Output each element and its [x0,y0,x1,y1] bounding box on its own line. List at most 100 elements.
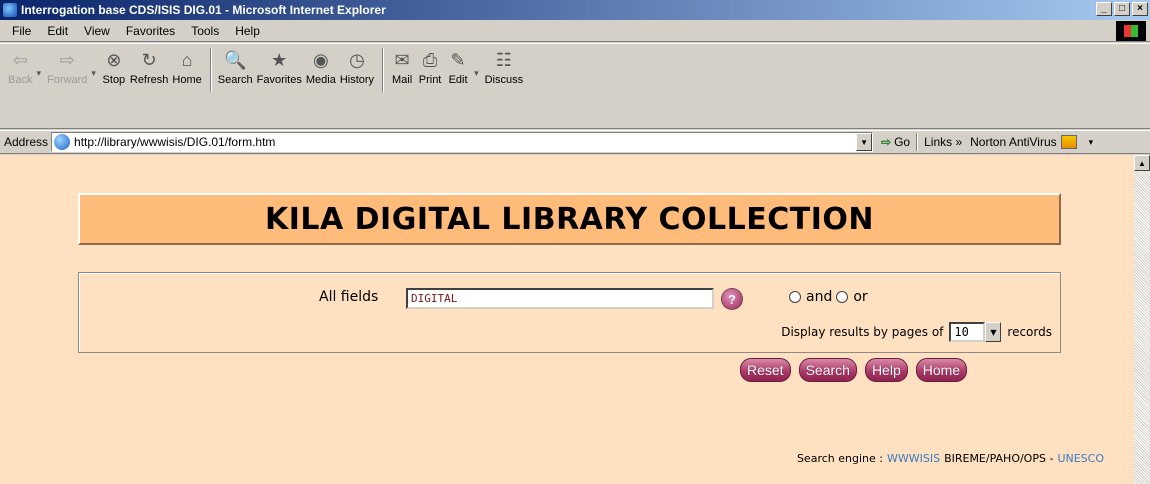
media-icon: ◉ [312,49,329,70]
reset-button[interactable]: Reset [740,358,791,382]
address-separator [916,133,919,151]
edit-label: Edit [448,74,468,86]
discuss-button[interactable]: ☷ Discuss [485,44,524,128]
menu-view[interactable]: View [76,24,118,38]
help-icon[interactable]: ? [721,288,743,310]
menu-favorites[interactable]: Favorites [118,24,183,38]
norton-antivirus-button[interactable]: Norton AntiVirus ▾ [970,135,1093,149]
edit-icon: ✎ [450,49,466,70]
address-dropdown-icon[interactable]: ▼ [856,133,873,151]
unesco-link[interactable]: UNESCO [1057,452,1104,465]
norton-label: Norton AntiVirus [970,135,1057,149]
favorites-button[interactable]: ★ Favorites [257,44,302,128]
history-icon: ◷ [349,49,365,70]
discuss-icon: ☷ [495,49,512,70]
or-label: or [853,289,868,305]
and-radio[interactable] [789,291,801,303]
home-label: Home [172,74,202,86]
edit-dropdown-icon[interactable]: ▾ [474,68,479,128]
refresh-label: Refresh [129,74,169,86]
page-icon [54,134,71,150]
stop-label: Stop [102,74,126,86]
go-arrow-icon: ⇨ [881,135,892,149]
minimize-button[interactable]: _ [1096,2,1112,16]
search-globe-icon: 🔍 [223,49,247,70]
address-label: Address [4,135,49,149]
menu-file[interactable]: File [4,24,39,38]
display-suffix: records [1007,325,1052,339]
discuss-label: Discuss [484,74,524,86]
search-toolbar-button[interactable]: 🔍 Search [218,44,253,128]
back-button[interactable]: ⇦ Back [8,44,32,128]
all-fields-input[interactable]: DIGITAL [406,288,714,309]
refresh-button[interactable]: ↻ Refresh [130,44,169,128]
address-input[interactable]: http://library/wwwisis/DIG.01/form.htm ▼ [51,132,874,152]
norton-icon [1060,135,1077,149]
footer: Search engine : WWWISIS BIREME/PAHO/OPS … [797,452,1104,465]
favorites-folder-icon: ★ [271,49,288,70]
scroll-up-icon[interactable]: ▲ [1134,155,1150,171]
forward-button[interactable]: ⇨ Forward [47,44,87,128]
search-form: All fields DIGITAL ? and or Display resu… [78,272,1061,353]
forward-label: Forward [47,74,88,86]
footer-prefix: Search engine : [796,452,883,465]
menu-tools[interactable]: Tools [183,24,227,38]
history-label: History [339,74,375,86]
vertical-scrollbar[interactable]: ▲ [1134,155,1150,484]
links-button[interactable]: Links » [924,135,962,149]
back-arrow-icon: ⇦ [12,49,28,70]
menu-help[interactable]: Help [227,24,268,38]
close-button[interactable]: × [1132,2,1148,16]
window-title: Interrogation base CDS/ISIS DIG.01 - Mic… [21,3,386,17]
page-size-dropdown-icon[interactable]: ▼ [985,322,1002,342]
mail-button[interactable]: ✉ Mail [390,44,414,128]
footer-middle: BIREME/PAHO/OPS - [944,452,1054,465]
media-button[interactable]: ◉ Media [306,44,336,128]
printer-icon: ⎙ [422,49,438,70]
address-bar: Address http://library/wwwisis/DIG.01/fo… [0,130,1150,154]
print-label: Print [418,74,442,86]
history-button[interactable]: ◷ History [340,44,374,128]
forward-dropdown-icon[interactable]: ▾ [91,68,96,128]
home-toolbar-button[interactable]: ⌂ Home [172,44,201,128]
address-url[interactable]: http://library/wwwisis/DIG.01/form.htm [74,135,856,149]
window-controls: _ □ × [1096,2,1148,16]
menu-bar: File Edit View Favorites Tools Help [0,20,1150,42]
search-label: Search [217,74,253,86]
maximize-button[interactable]: □ [1114,2,1130,16]
mail-icon: ✉ [394,49,410,70]
toolbar-separator [209,48,212,92]
page-size-value[interactable]: 10 [949,322,986,342]
title-bar: Interrogation base CDS/ISIS DIG.01 - Mic… [0,0,1150,20]
all-fields-label: All fields [319,289,379,305]
boolean-operator: and or [789,289,872,305]
page-content: KILA DIGITAL LIBRARY COLLECTION All fiel… [0,155,1134,484]
home-button[interactable]: Home [915,358,968,382]
go-label: Go [894,135,911,149]
media-label: Media [305,74,336,86]
menu-edit[interactable]: Edit [39,24,76,38]
favorites-label: Favorites [256,74,302,86]
form-buttons: Reset Search Help Home [740,358,968,382]
banner: KILA DIGITAL LIBRARY COLLECTION [78,193,1061,245]
toolbar: ⇦ Back ▾ ⇨ Forward ▾ ⊗ Stop ↻ Refresh ⌂ … [0,43,1150,129]
edit-button[interactable]: ✎ Edit [446,44,470,128]
toolbar-separator [382,48,385,92]
refresh-icon: ↻ [141,49,157,70]
help-button[interactable]: Help [864,358,908,382]
wwwisis-link[interactable]: WWWISIS [887,452,940,465]
stop-button[interactable]: ⊗ Stop [102,44,126,128]
go-button[interactable]: ⇨ Go [881,135,910,149]
and-label: and [806,289,833,305]
back-dropdown-icon[interactable]: ▾ [36,68,41,128]
page-size-select[interactable]: 10 ▼ [949,322,1002,342]
stop-icon: ⊗ [106,49,122,70]
home-icon: ⌂ [181,49,193,70]
norton-dropdown-icon[interactable]: ▾ [1089,137,1094,148]
windows-logo-icon [1116,21,1146,41]
print-button[interactable]: ⎙ Print [418,44,442,128]
search-button[interactable]: Search [798,358,857,382]
or-radio[interactable] [836,291,849,303]
forward-arrow-icon: ⇨ [59,49,75,70]
page-size-row: Display results by pages of 10 ▼ records [781,322,1052,342]
